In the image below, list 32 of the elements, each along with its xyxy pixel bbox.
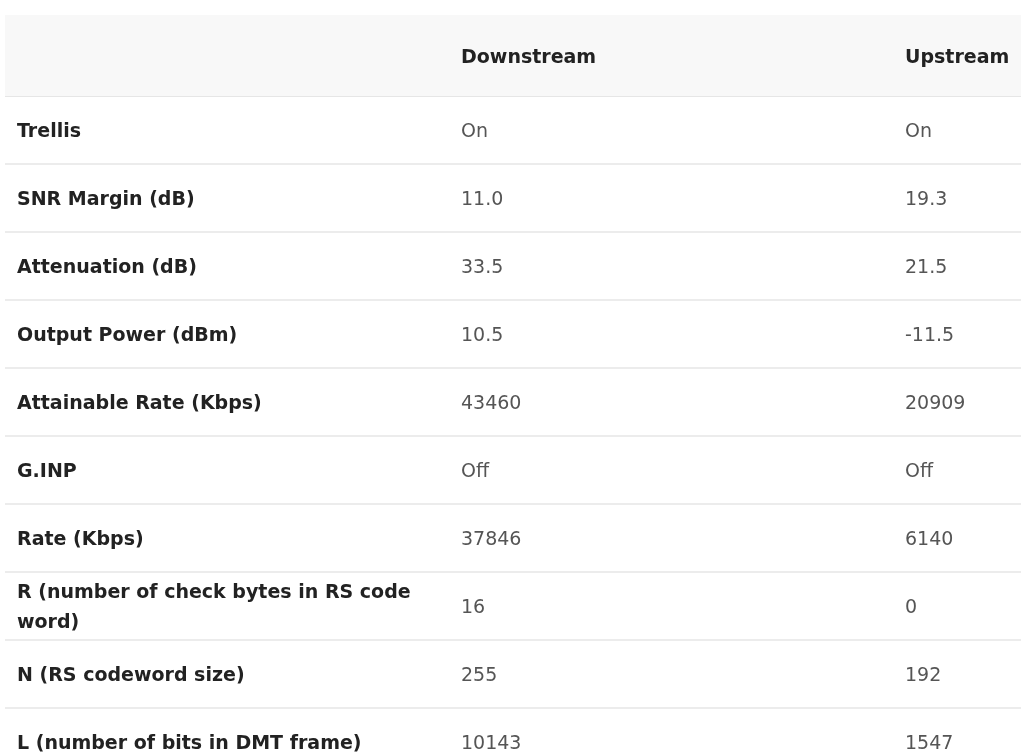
table-cell: 0	[905, 595, 918, 617]
table-cell: 6140	[905, 527, 954, 549]
row-label: SNR Margin (dB)	[17, 187, 195, 209]
table-cell: -11.5	[905, 323, 955, 345]
row-label: R (number of check bytes in RS code word)	[17, 580, 411, 632]
row-label: N (RS codeword size)	[17, 663, 245, 685]
row-label: Rate (Kbps)	[17, 527, 144, 549]
table-cell: On	[461, 119, 488, 141]
column-header: Upstream	[905, 44, 1010, 67]
table-cell: Off	[461, 459, 490, 481]
table-cell: 21.5	[905, 255, 948, 277]
table-cell: 1547	[905, 731, 954, 753]
table-cell: 33.5	[461, 255, 504, 277]
table-cell: 16	[461, 595, 486, 617]
table-cell: Off	[905, 459, 934, 481]
column-header: Downstream	[461, 44, 597, 67]
row-label: L (number of bits in DMT frame)	[17, 731, 362, 753]
table-cell: 43460	[461, 391, 522, 413]
table-cell: 11.0	[461, 187, 504, 209]
table-cell: 192	[905, 663, 942, 685]
row-label: Output Power (dBm)	[17, 323, 238, 345]
table-cell: 37846	[461, 527, 522, 549]
row-label: Attainable Rate (Kbps)	[17, 391, 262, 413]
table-cell: 19.3	[905, 187, 948, 209]
row-label: Trellis	[17, 119, 81, 141]
table-cell: On	[905, 119, 932, 141]
table-cell: 20909	[905, 391, 966, 413]
row-label: Attenuation (dB)	[17, 255, 197, 277]
table-cell: 10.5	[461, 323, 504, 345]
row-label: G.INP	[17, 459, 77, 481]
table-cell: 255	[461, 663, 498, 685]
table-cell: 10143	[461, 731, 522, 753]
